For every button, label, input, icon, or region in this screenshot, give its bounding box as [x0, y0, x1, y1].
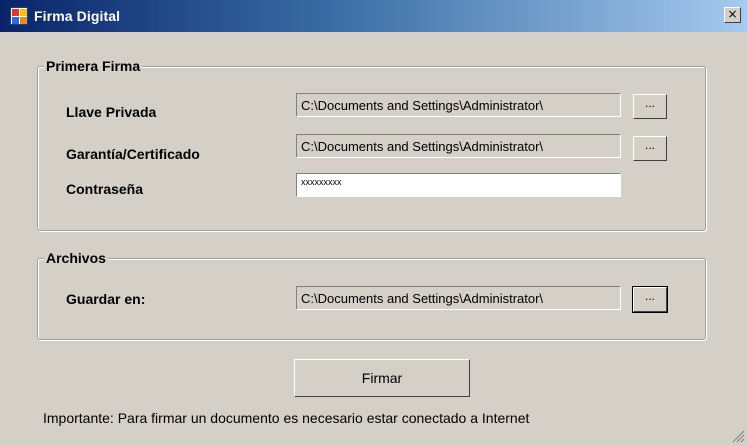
close-button[interactable]: × — [724, 7, 741, 23]
guardar-en-field[interactable]: C:\Documents and Settings\Administrator\ — [296, 286, 621, 310]
llave-privada-browse-button[interactable]: ... — [633, 94, 667, 119]
llave-privada-label: Llave Privada — [66, 104, 157, 120]
archivos-label: Archivos — [44, 250, 108, 266]
primera-firma-label: Primera Firma — [44, 58, 143, 74]
llave-privada-field[interactable]: C:\Documents and Settings\Administrator\ — [296, 93, 621, 117]
garantia-certificado-browse-button[interactable]: ... — [633, 136, 667, 161]
contrasena-field[interactable]: xxxxxxxxx — [296, 173, 621, 197]
app-icon — [10, 7, 28, 25]
contrasena-label: Contraseña — [66, 181, 144, 197]
title-bar[interactable]: Firma Digital × — [0, 0, 747, 32]
firmar-button[interactable]: Firmar — [294, 359, 470, 397]
internet-notice: Importante: Para firmar un documento es … — [43, 410, 530, 426]
garantia-certificado-label: Garantía/Certificado — [66, 146, 200, 162]
resize-grip-icon[interactable] — [731, 429, 745, 443]
guardar-en-browse-button[interactable]: ... — [632, 286, 668, 313]
garantia-certificado-field[interactable]: C:\Documents and Settings\Administrator\ — [296, 134, 621, 158]
firma-digital-window: Firma Digital × Primera Firma Llave Priv… — [0, 0, 747, 445]
window-title: Firma Digital — [34, 8, 121, 24]
close-icon: × — [727, 7, 738, 21]
guardar-en-label: Guardar en: — [66, 291, 146, 307]
